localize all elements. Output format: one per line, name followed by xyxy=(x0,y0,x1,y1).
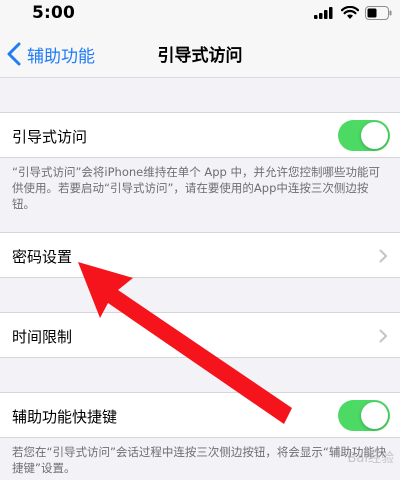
passcode-settings-label: 密码设置 xyxy=(12,248,73,266)
toggle-knob xyxy=(361,402,388,429)
page-title: 引导式访问 xyxy=(157,46,243,66)
battery-icon xyxy=(365,6,392,20)
accessibility-shortcut-description: 若您在“引导式访问”会话过程中连按三次侧边按钮，将会显示“辅助功能快捷键”设置。 xyxy=(12,445,387,475)
time-limits-row[interactable]: 时间限制 xyxy=(0,312,400,358)
watermark: Bai经验 xyxy=(347,451,395,466)
guided-access-description: “引导式访问”会将iPhone维持在单个 App 中，并允许您控制哪些功能可供使… xyxy=(12,165,381,211)
accessibility-shortcut-toggle[interactable] xyxy=(338,400,390,431)
status-bar: 5:00 xyxy=(0,0,400,28)
navigation-bar: 辅助功能 引导式访问 xyxy=(0,28,400,78)
accessibility-shortcut-row: 辅助功能快捷键 xyxy=(0,392,400,438)
accessibility-shortcut-label: 辅助功能快捷键 xyxy=(12,408,118,426)
time-limits-label: 时间限制 xyxy=(12,328,73,346)
chevron-right-icon xyxy=(379,249,387,263)
signal-icon xyxy=(314,7,333,19)
toggle-knob xyxy=(361,122,388,149)
guided-access-label: 引导式访问 xyxy=(12,128,88,146)
guided-access-toggle[interactable] xyxy=(338,120,390,151)
guided-access-row: 引导式访问 xyxy=(0,112,400,158)
chevron-right-icon xyxy=(379,329,387,343)
status-time: 5:00 xyxy=(32,3,76,23)
wifi-icon xyxy=(341,6,359,19)
passcode-settings-row[interactable]: 密码设置 xyxy=(0,232,400,278)
